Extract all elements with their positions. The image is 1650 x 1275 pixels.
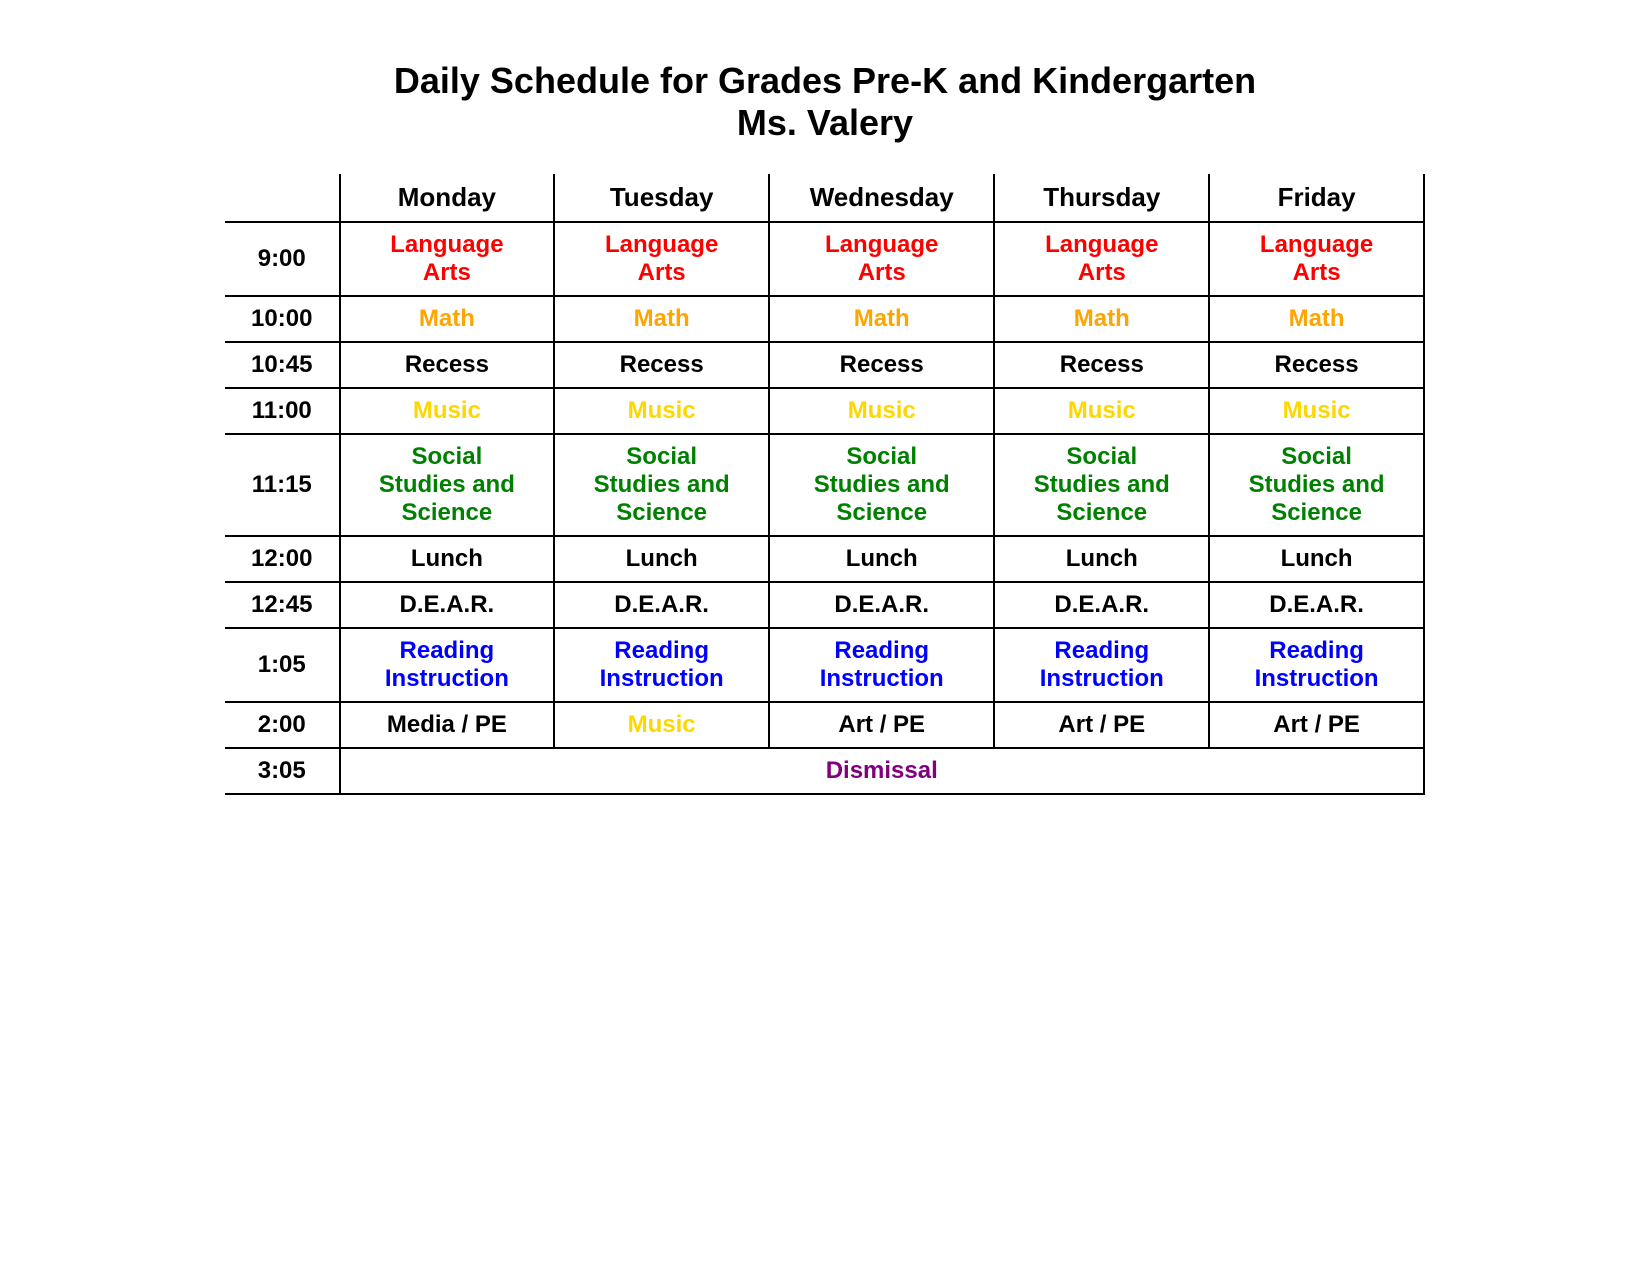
time-cell: 12:00 <box>225 536 340 582</box>
header-wednesday: Wednesday <box>769 174 994 222</box>
schedule-cell: Lunch <box>769 536 994 582</box>
schedule-cell: Music <box>554 388 769 434</box>
schedule-cell: Lunch <box>1209 536 1424 582</box>
table-row: 11:15SocialStudies andScienceSocialStudi… <box>225 434 1424 536</box>
table-row: 2:00Media / PEMusicArt / PEArt / PEArt /… <box>225 702 1424 748</box>
title-line2: Ms. Valery <box>394 102 1256 144</box>
schedule-cell: Lunch <box>340 536 555 582</box>
time-cell: 3:05 <box>225 748 340 794</box>
time-cell: 12:45 <box>225 582 340 628</box>
table-row: 11:00MusicMusicMusicMusicMusic <box>225 388 1424 434</box>
schedule-cell: ReadingInstruction <box>1209 628 1424 702</box>
schedule-table: Monday Tuesday Wednesday Thursday Friday… <box>225 174 1425 795</box>
schedule-cell: Media / PE <box>340 702 555 748</box>
table-row: 1:05ReadingInstructionReadingInstruction… <box>225 628 1424 702</box>
schedule-cell: D.E.A.R. <box>1209 582 1424 628</box>
schedule-cell: Music <box>994 388 1209 434</box>
header-blank <box>225 174 340 222</box>
table-row: 9:00LanguageArtsLanguageArtsLanguageArts… <box>225 222 1424 296</box>
schedule-cell: Recess <box>1209 342 1424 388</box>
schedule-cell: SocialStudies andScience <box>769 434 994 536</box>
schedule-cell: LanguageArts <box>994 222 1209 296</box>
schedule-cell: ReadingInstruction <box>340 628 555 702</box>
schedule-cell: D.E.A.R. <box>994 582 1209 628</box>
schedule-cell: Math <box>994 296 1209 342</box>
title-block: Daily Schedule for Grades Pre-K and Kind… <box>394 60 1256 144</box>
dismissal-cell: Dismissal <box>340 748 1425 794</box>
schedule-cell: Recess <box>994 342 1209 388</box>
table-row: 3:05Dismissal <box>225 748 1424 794</box>
table-row: 10:45RecessRecessRecessRecessRecess <box>225 342 1424 388</box>
schedule-cell: Music <box>1209 388 1424 434</box>
schedule-cell: Art / PE <box>994 702 1209 748</box>
schedule-cell: ReadingInstruction <box>769 628 994 702</box>
schedule-cell: D.E.A.R. <box>554 582 769 628</box>
schedule-cell: LanguageArts <box>769 222 994 296</box>
schedule-cell: LanguageArts <box>340 222 555 296</box>
schedule-cell: Recess <box>340 342 555 388</box>
time-cell: 10:00 <box>225 296 340 342</box>
time-cell: 11:15 <box>225 434 340 536</box>
time-cell: 11:00 <box>225 388 340 434</box>
schedule-cell: Art / PE <box>769 702 994 748</box>
schedule-cell: LanguageArts <box>554 222 769 296</box>
time-cell: 2:00 <box>225 702 340 748</box>
schedule-cell: Music <box>340 388 555 434</box>
schedule-cell: Art / PE <box>1209 702 1424 748</box>
schedule-cell: Music <box>769 388 994 434</box>
table-row: 12:45D.E.A.R.D.E.A.R.D.E.A.R.D.E.A.R.D.E… <box>225 582 1424 628</box>
schedule-cell: ReadingInstruction <box>994 628 1209 702</box>
schedule-cell: Recess <box>769 342 994 388</box>
schedule-cell: ReadingInstruction <box>554 628 769 702</box>
schedule-cell: D.E.A.R. <box>769 582 994 628</box>
schedule-cell: Lunch <box>554 536 769 582</box>
schedule-cell: Math <box>1209 296 1424 342</box>
header-row: Monday Tuesday Wednesday Thursday Friday <box>225 174 1424 222</box>
schedule-cell: SocialStudies andScience <box>554 434 769 536</box>
schedule-cell: Music <box>554 702 769 748</box>
schedule-cell: Math <box>769 296 994 342</box>
schedule-cell: Recess <box>554 342 769 388</box>
schedule-cell: Math <box>554 296 769 342</box>
schedule-body: 9:00LanguageArtsLanguageArtsLanguageArts… <box>225 222 1424 794</box>
header-friday: Friday <box>1209 174 1424 222</box>
schedule-cell: D.E.A.R. <box>340 582 555 628</box>
header-thursday: Thursday <box>994 174 1209 222</box>
title-line1: Daily Schedule for Grades Pre-K and Kind… <box>394 60 1256 102</box>
header-monday: Monday <box>340 174 555 222</box>
schedule-cell: Math <box>340 296 555 342</box>
schedule-cell: Lunch <box>994 536 1209 582</box>
schedule-cell: SocialStudies andScience <box>340 434 555 536</box>
time-cell: 10:45 <box>225 342 340 388</box>
schedule-cell: SocialStudies andScience <box>994 434 1209 536</box>
table-row: 12:00LunchLunchLunchLunchLunch <box>225 536 1424 582</box>
schedule-cell: SocialStudies andScience <box>1209 434 1424 536</box>
schedule-cell: LanguageArts <box>1209 222 1424 296</box>
header-tuesday: Tuesday <box>554 174 769 222</box>
table-row: 10:00MathMathMathMathMath <box>225 296 1424 342</box>
time-cell: 9:00 <box>225 222 340 296</box>
time-cell: 1:05 <box>225 628 340 702</box>
